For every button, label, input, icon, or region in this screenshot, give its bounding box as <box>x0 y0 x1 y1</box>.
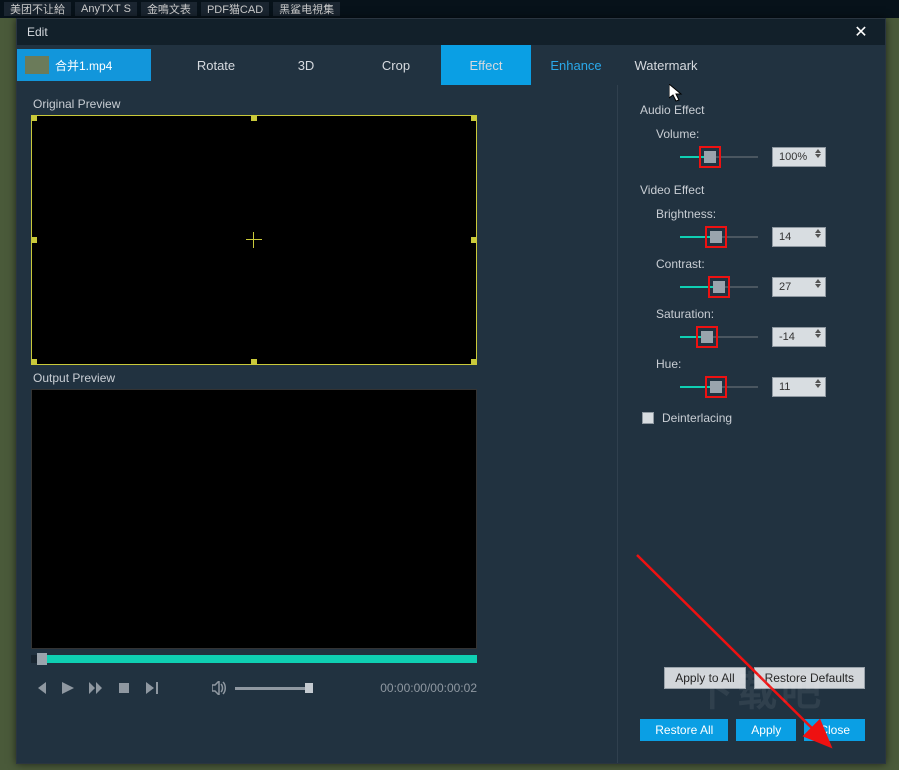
close-button[interactable]: Close <box>804 719 865 741</box>
original-preview[interactable] <box>31 115 477 365</box>
audio-effect-heading: Audio Effect <box>640 103 859 117</box>
right-pane: Audio Effect Volume: 100% Video Effect <box>617 85 885 763</box>
bg-tab: AnyTXT S <box>75 2 137 16</box>
close-icon[interactable]: ✕ <box>841 19 881 45</box>
stop-icon[interactable] <box>115 679 133 697</box>
seek-bar[interactable] <box>31 655 477 663</box>
bg-tab: 金鳴文表 <box>141 2 197 16</box>
file-thumbnail <box>25 56 49 74</box>
brightness-label: Brightness: <box>656 207 859 221</box>
output-preview <box>31 389 477 649</box>
tab-effect[interactable]: Effect <box>441 45 531 85</box>
apply-button[interactable]: Apply <box>736 719 796 741</box>
time-display: 00:00:00/00:00:02 <box>380 681 477 695</box>
video-effect-heading: Video Effect <box>640 183 859 197</box>
bg-tab: PDF猫CAD <box>201 2 269 16</box>
bg-tab: 黑鲨电視集 <box>273 2 340 16</box>
footer-primary: Restore All Apply Close <box>640 719 865 741</box>
playback-controls: 00:00:00/00:00:02 <box>31 679 477 697</box>
content-area: Original Preview Output Preview <box>17 85 885 763</box>
hue-label: Hue: <box>656 357 859 371</box>
contrast-value[interactable]: 27 <box>772 277 826 297</box>
tab-enhance[interactable]: Enhance <box>531 45 621 85</box>
volume-value[interactable]: 100% <box>772 147 826 167</box>
hue-slider[interactable] <box>680 379 758 395</box>
output-preview-label: Output Preview <box>33 371 617 385</box>
titlebar: Edit ✕ <box>17 19 885 45</box>
volume-slider[interactable] <box>235 687 313 690</box>
contrast-label: Contrast: <box>656 257 859 271</box>
original-preview-label: Original Preview <box>33 97 617 111</box>
background-browser-tabs: 美团不让給 AnyTXT S 金鳴文表 PDF猫CAD 黑鲨电視集 <box>0 0 899 18</box>
brightness-slider[interactable] <box>680 229 758 245</box>
tab-rotate[interactable]: Rotate <box>171 45 261 85</box>
file-chip[interactable]: 合并1.mp4 <box>17 49 151 81</box>
crosshair-icon <box>246 232 262 248</box>
fwd-icon[interactable] <box>87 679 105 697</box>
restore-all-button[interactable]: Restore All <box>640 719 728 741</box>
bg-tab: 美团不让給 <box>4 2 71 16</box>
prev-icon[interactable] <box>31 679 49 697</box>
volume-label: Volume: <box>656 127 859 141</box>
volume-icon[interactable] <box>211 679 229 697</box>
apply-to-all-button[interactable]: Apply to All <box>664 667 745 689</box>
saturation-value[interactable]: -14 <box>772 327 826 347</box>
tab-watermark[interactable]: Watermark <box>621 45 711 85</box>
volume-slider-effect[interactable] <box>680 149 758 165</box>
tab-crop[interactable]: Crop <box>351 45 441 85</box>
window-title: Edit <box>27 25 48 39</box>
file-name: 合并1.mp4 <box>55 57 112 74</box>
edit-tabs: Rotate 3D Crop Effect Enhance Watermark <box>171 45 711 85</box>
next-icon[interactable] <box>143 679 161 697</box>
saturation-label: Saturation: <box>656 307 859 321</box>
deinterlacing-checkbox[interactable]: Deinterlacing <box>642 411 859 425</box>
hue-value[interactable]: 11 <box>772 377 826 397</box>
tab-3d[interactable]: 3D <box>261 45 351 85</box>
restore-defaults-button[interactable]: Restore Defaults <box>754 667 865 689</box>
footer-secondary: Apply to All Restore Defaults <box>664 667 865 689</box>
top-row: 合并1.mp4 Rotate 3D Crop Effect Enhance Wa… <box>17 45 885 85</box>
brightness-value[interactable]: 14 <box>772 227 826 247</box>
contrast-slider[interactable] <box>680 279 758 295</box>
deinterlacing-label: Deinterlacing <box>662 411 732 425</box>
left-pane: Original Preview Output Preview <box>17 85 617 763</box>
edit-dialog: Edit ✕ 合并1.mp4 Rotate 3D Crop Effect Enh… <box>16 18 886 764</box>
play-icon[interactable] <box>59 679 77 697</box>
saturation-slider[interactable] <box>680 329 758 345</box>
